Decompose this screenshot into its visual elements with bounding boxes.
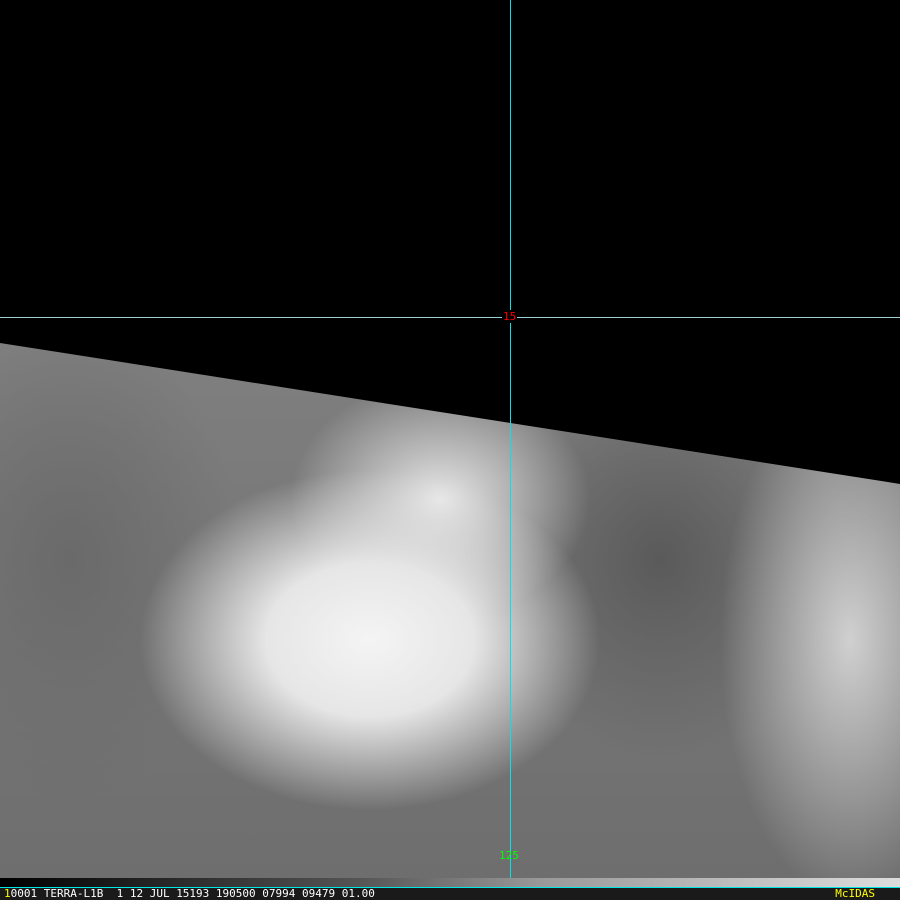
status-bar: 10001 TERRA-L1B 1 12 JUL 15193 190500 07… xyxy=(0,888,900,900)
satellite-image-viewer: 15 125 10001 TERRA-L1B 1 12 JUL 15193 19… xyxy=(0,0,900,900)
frame-number: 1 xyxy=(4,887,11,900)
image-metadata: 0001 TERRA-L1B 1 12 JUL 15193 190500 079… xyxy=(10,887,375,900)
satellite-cloud-imagery xyxy=(0,343,900,878)
longitude-label: 125 xyxy=(499,849,519,862)
latitude-label: 15 xyxy=(502,310,518,323)
mcidas-brand: McIDAS xyxy=(835,887,875,900)
longitude-line xyxy=(510,0,511,878)
latitude-line xyxy=(0,317,900,318)
